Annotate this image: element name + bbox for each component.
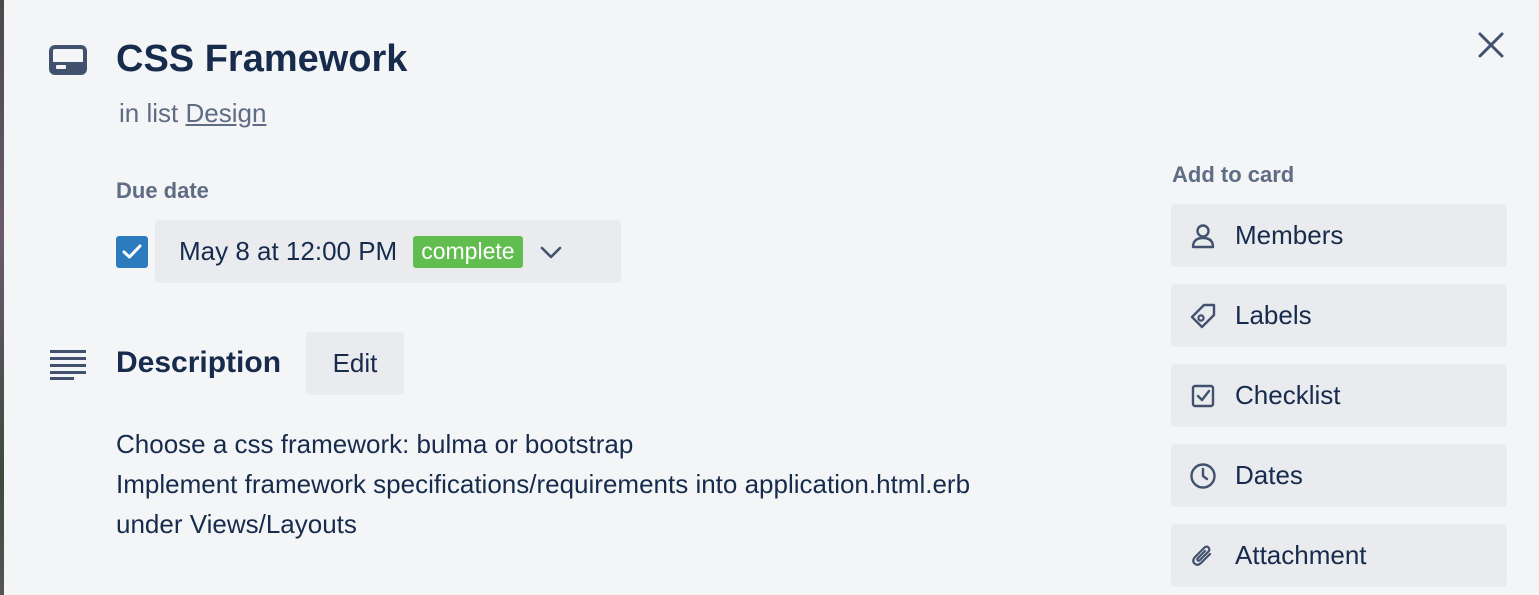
due-date-button[interactable]: May 8 at 12:00 PM complete xyxy=(155,220,621,283)
paperclip-icon xyxy=(1189,542,1217,570)
labels-label: Labels xyxy=(1235,300,1312,330)
close-button[interactable] xyxy=(1470,24,1512,66)
list-prefix: in list xyxy=(119,98,179,128)
members-button[interactable]: Members xyxy=(1171,204,1507,267)
checkmark-icon xyxy=(122,244,142,259)
status-badge: complete xyxy=(413,235,523,268)
card-detail-window: CSS Framework in list Design Due date Ma… xyxy=(4,0,1539,595)
list-link[interactable]: Design xyxy=(185,98,266,128)
close-icon xyxy=(1478,32,1504,58)
description-text[interactable]: Choose a css framework: bulma or bootstr… xyxy=(116,424,970,544)
description-icon xyxy=(48,348,88,380)
add-to-card-heading: Add to card xyxy=(1172,162,1295,187)
list-info: in list Design xyxy=(119,98,266,129)
description-heading: Description xyxy=(116,346,282,379)
attachment-button[interactable]: Attachment xyxy=(1171,524,1507,587)
attachment-label: Attachment xyxy=(1235,540,1367,570)
tag-icon xyxy=(1189,302,1217,330)
clock-icon xyxy=(1189,462,1217,490)
checkbox-icon xyxy=(1189,382,1217,410)
card-title[interactable]: CSS Framework xyxy=(116,38,407,81)
checklist-button[interactable]: Checklist xyxy=(1171,364,1507,427)
dates-label: Dates xyxy=(1235,460,1303,490)
due-date-text: May 8 at 12:00 PM xyxy=(179,236,398,266)
description-line: under Views/Layouts xyxy=(116,509,357,539)
labels-button[interactable]: Labels xyxy=(1171,284,1507,347)
due-date-complete-checkbox[interactable] xyxy=(116,236,148,268)
due-date-heading: Due date xyxy=(116,178,209,203)
description-line: Choose a css framework: bulma or bootstr… xyxy=(116,429,634,459)
checklist-label: Checklist xyxy=(1235,380,1341,410)
person-icon xyxy=(1189,222,1217,250)
dates-button[interactable]: Dates xyxy=(1171,444,1507,507)
members-label: Members xyxy=(1235,220,1344,250)
edit-description-button[interactable]: Edit xyxy=(306,332,404,395)
card-icon xyxy=(48,44,88,78)
chevron-down-icon xyxy=(540,246,561,258)
description-line: Implement framework specifications/requi… xyxy=(116,469,971,499)
